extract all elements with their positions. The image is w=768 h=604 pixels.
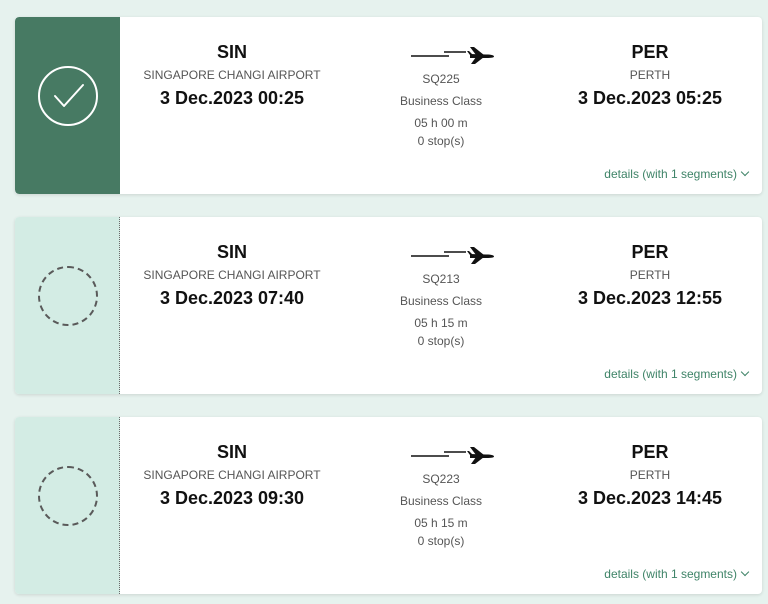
details-link[interactable]: details (with 1 segments): [604, 567, 750, 581]
cabin-class: Business Class: [399, 494, 483, 508]
details-label: details (with 1 segments): [604, 167, 737, 181]
flight-option-card[interactable]: SIN SINGAPORE CHANGI AIRPORT 3 Dec.2023 …: [15, 417, 762, 594]
airplane-icon: [386, 45, 496, 65]
departure-airport: SINGAPORE CHANGI AIRPORT: [143, 468, 321, 482]
departure-info: SIN SINGAPORE CHANGI AIRPORT 3 Dec.2023 …: [141, 217, 323, 309]
flight-summary: SQ213 Business Class 05 h 15 m 0 stop(s): [386, 217, 496, 348]
arrival-code: PER: [631, 42, 669, 62]
arrival-code: PER: [631, 242, 669, 262]
selected-radio[interactable]: [38, 66, 98, 126]
arrival-info: PER PERTH 3 Dec.2023 05:25: [560, 17, 740, 109]
arrival-info: PER PERTH 3 Dec.2023 14:45: [560, 417, 740, 509]
airplane-icon: [386, 245, 496, 265]
cabin-class: Business Class: [399, 294, 483, 308]
flight-duration: 05 h 15 m: [414, 316, 468, 330]
arrival-airport: PERTH: [629, 268, 671, 282]
radio-empty-icon[interactable]: [38, 266, 98, 326]
chevron-down-icon: [740, 367, 750, 377]
stop-count: 0 stop(s): [417, 534, 465, 548]
flight-option-card[interactable]: SIN SINGAPORE CHANGI AIRPORT 3 Dec.2023 …: [15, 17, 762, 194]
flight-select-toggle[interactable]: [15, 417, 120, 594]
departure-code: SIN: [216, 42, 247, 62]
departure-airport: SINGAPORE CHANGI AIRPORT: [143, 268, 321, 282]
departure-code: SIN: [216, 442, 247, 462]
flight-summary: SQ225 Business Class 05 h 00 m 0 stop(s): [386, 17, 496, 148]
arrival-airport: PERTH: [629, 468, 671, 482]
arrival-code: PER: [631, 442, 669, 462]
flight-duration: 05 h 15 m: [414, 516, 468, 530]
flight-select-toggle[interactable]: [15, 17, 120, 194]
flight-number: SQ225: [422, 72, 460, 86]
airplane-icon: [386, 445, 496, 465]
flight-number: SQ223: [422, 472, 460, 486]
departure-datetime: 3 Dec.2023 09:30: [159, 488, 305, 508]
details-label: details (with 1 segments): [604, 367, 737, 381]
flight-select-toggle[interactable]: [15, 217, 120, 394]
radio-empty-icon[interactable]: [38, 466, 98, 526]
departure-datetime: 3 Dec.2023 07:40: [159, 288, 305, 308]
departure-datetime: 3 Dec.2023 00:25: [159, 88, 305, 108]
departure-info: SIN SINGAPORE CHANGI AIRPORT 3 Dec.2023 …: [141, 417, 323, 509]
flight-option-card[interactable]: SIN SINGAPORE CHANGI AIRPORT 3 Dec.2023 …: [15, 217, 762, 394]
details-link[interactable]: details (with 1 segments): [604, 167, 750, 181]
departure-info: SIN SINGAPORE CHANGI AIRPORT 3 Dec.2023 …: [141, 17, 323, 109]
arrival-info: PER PERTH 3 Dec.2023 12:55: [560, 217, 740, 309]
chevron-down-icon: [740, 167, 750, 177]
flight-number: SQ213: [422, 272, 460, 286]
arrival-datetime: 3 Dec.2023 14:45: [577, 488, 723, 508]
arrival-airport: PERTH: [629, 68, 671, 82]
checkmark-icon: [54, 84, 84, 107]
arrival-datetime: 3 Dec.2023 05:25: [577, 88, 723, 108]
cabin-class: Business Class: [399, 94, 483, 108]
departure-code: SIN: [216, 242, 247, 262]
departure-airport: SINGAPORE CHANGI AIRPORT: [143, 68, 321, 82]
flight-summary: SQ223 Business Class 05 h 15 m 0 stop(s): [386, 417, 496, 548]
arrival-datetime: 3 Dec.2023 12:55: [577, 288, 723, 308]
stop-count: 0 stop(s): [417, 334, 465, 348]
stop-count: 0 stop(s): [417, 134, 465, 148]
details-link[interactable]: details (with 1 segments): [604, 367, 750, 381]
chevron-down-icon: [740, 567, 750, 577]
flight-duration: 05 h 00 m: [414, 116, 468, 130]
details-label: details (with 1 segments): [604, 567, 737, 581]
